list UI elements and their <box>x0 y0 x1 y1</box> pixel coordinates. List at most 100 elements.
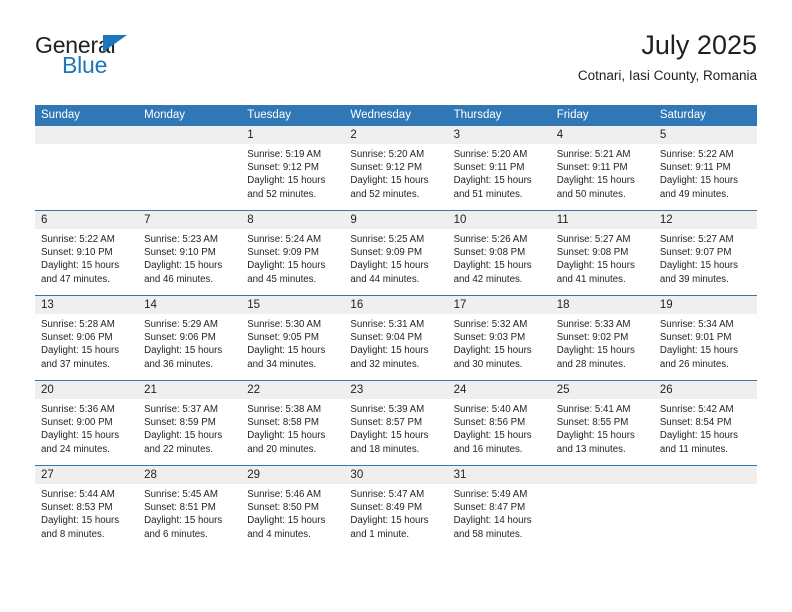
daylight-duration-line2: and 13 minutes. <box>556 443 626 455</box>
daylight-duration-line1: Daylight: 15 hours <box>144 260 223 272</box>
sunrise-time: Sunrise: 5:39 AM <box>350 404 425 415</box>
sunset-time: Sunset: 9:07 PM <box>659 247 732 259</box>
weekday-header-friday: Friday <box>550 105 654 126</box>
calendar-day-cell[interactable]: 1 Sunrise: 5:19 AM Sunset: 9:12 PM Daylight… <box>241 126 345 211</box>
calendar-day-cell[interactable]: 20 Sunrise: 5:36 AM Sunset: 9:00 PM Dayligh… <box>35 380 139 466</box>
weekday-header-saturday: Saturday <box>653 105 757 126</box>
day-number: 16 <box>344 296 448 314</box>
sunrise-time: Sunrise: 5:47 AM <box>350 489 425 500</box>
sunset-time: Sunset: 9:12 PM <box>247 162 319 174</box>
calendar-day-cell[interactable]: 11 Sunrise: 5:27 AM Sunset: 9:08 PM Dayligh… <box>550 210 654 296</box>
sunrise-time: Sunrise: 5:20 AM <box>350 149 425 160</box>
calendar-day-cell[interactable]: 4 Sunrise: 5:21 AM Sunset: 9:11 PM Daylight… <box>550 126 654 211</box>
calendar-day-cell[interactable]: 8 Sunrise: 5:24 AM Sunset: 9:09 PM Daylight… <box>241 210 345 296</box>
daylight-duration-line2: and 24 minutes. <box>41 443 110 455</box>
calendar-day-cell[interactable]: 10 Sunrise: 5:26 AM Sunset: 9:08 PM Dayligh… <box>447 210 551 296</box>
day-number: 28 <box>138 466 242 484</box>
weekday-header-tuesday: Tuesday <box>241 105 345 126</box>
calendar-day-cell[interactable]: 27 Sunrise: 5:44 AM Sunset: 8:53 PM Dayligh… <box>35 465 139 550</box>
sunset-time: Sunset: 8:58 PM <box>247 417 319 429</box>
daylight-duration-line1: Daylight: 15 hours <box>350 175 429 187</box>
calendar-day-cell[interactable]: 28 Sunrise: 5:45 AM Sunset: 8:51 PM Dayligh… <box>138 465 242 550</box>
calendar-day-cell[interactable]: 29 Sunrise: 5:46 AM Sunset: 8:50 PM Dayligh… <box>241 465 345 550</box>
daylight-duration-line1: Daylight: 15 hours <box>350 260 429 272</box>
daylight-duration-line2: and 58 minutes. <box>453 528 523 540</box>
page-title: July 2025 <box>641 30 757 60</box>
logo-text-blue: Blue <box>62 52 108 78</box>
calendar-day-cell[interactable]: 16 Sunrise: 5:31 AM Sunset: 9:04 PM Dayligh… <box>344 295 448 381</box>
day-number: 31 <box>447 466 551 484</box>
calendar-day-cell[interactable]: 24 Sunrise: 5:40 AM Sunset: 8:56 PM Dayligh… <box>447 380 551 466</box>
daylight-duration-line1: Daylight: 15 hours <box>556 260 635 272</box>
daylight-duration-line2: and 37 minutes. <box>41 358 110 370</box>
day-number: 29 <box>241 466 345 484</box>
calendar-day-cell[interactable]: 9 Sunrise: 5:25 AM Sunset: 9:09 PM Daylight… <box>344 210 448 296</box>
calendar-day-cell[interactable]: 22 Sunrise: 5:38 AM Sunset: 8:58 PM Dayligh… <box>241 380 345 466</box>
sunset-time: Sunset: 8:56 PM <box>453 417 526 429</box>
calendar-day-cell[interactable]: 18 Sunrise: 5:33 AM Sunset: 9:02 PM Dayligh… <box>550 295 654 381</box>
sunrise-time: Sunrise: 5:20 AM <box>453 149 528 160</box>
calendar-day-cell[interactable]: 12 Sunrise: 5:27 AM Sunset: 9:07 PM Dayligh… <box>653 210 757 296</box>
calendar-day-cell[interactable]: 6 Sunrise: 5:22 AM Sunset: 9:10 PM Daylight… <box>35 210 139 296</box>
sunrise-time: Sunrise: 5:49 AM <box>453 489 528 500</box>
sunrise-time: Sunrise: 5:26 AM <box>453 234 528 245</box>
calendar-day-cell[interactable]: 17 Sunrise: 5:32 AM Sunset: 9:03 PM Dayligh… <box>447 295 551 381</box>
calendar-day-cell[interactable]: 26 Sunrise: 5:42 AM Sunset: 8:54 PM Dayligh… <box>653 380 757 466</box>
daylight-duration-line1: Daylight: 15 hours <box>453 175 532 187</box>
daylight-duration-line2: and 52 minutes. <box>247 188 317 200</box>
calendar-day-cell[interactable]: 30 Sunrise: 5:47 AM Sunset: 8:49 PM Dayligh… <box>344 465 448 550</box>
day-details: Sunrise: 5:40 AM Sunset: 8:56 PM Daylight:… <box>448 399 551 456</box>
calendar-day-cell[interactable]: 3 Sunrise: 5:20 AM Sunset: 9:11 PM Daylight… <box>447 126 551 211</box>
calendar-day-cell[interactable]: 23 Sunrise: 5:39 AM Sunset: 8:57 PM Dayligh… <box>344 380 448 466</box>
calendar-day-cell[interactable]: 15 Sunrise: 5:30 AM Sunset: 9:05 PM Dayligh… <box>241 295 345 381</box>
daylight-duration-line1: Daylight: 15 hours <box>659 260 738 272</box>
day-number: 9 <box>344 211 448 229</box>
daylight-duration-line2: and 39 minutes. <box>659 273 729 285</box>
day-details: Sunrise: 5:27 AM Sunset: 9:07 PM Daylight:… <box>654 229 757 286</box>
daylight-duration-line2: and 41 minutes. <box>556 273 626 285</box>
calendar-day-cell[interactable]: 19 Sunrise: 5:34 AM Sunset: 9:01 PM Dayligh… <box>653 295 757 381</box>
sunrise-time: Sunrise: 5:21 AM <box>556 149 631 160</box>
daylight-duration-line1: Daylight: 15 hours <box>144 345 223 357</box>
weekday-header-wednesday: Wednesday <box>344 105 448 126</box>
calendar-day-cell[interactable]: 31 Sunrise: 5:49 AM Sunset: 8:47 PM Dayligh… <box>447 465 551 550</box>
sunset-time: Sunset: 8:51 PM <box>144 502 216 514</box>
calendar-day-cell[interactable]: 13 Sunrise: 5:28 AM Sunset: 9:06 PM Dayligh… <box>35 295 139 381</box>
day-details: Sunrise: 5:39 AM Sunset: 8:57 PM Daylight:… <box>344 399 447 456</box>
sunset-time: Sunset: 8:55 PM <box>556 417 629 429</box>
daylight-duration-line2: and 1 minute. <box>350 528 410 540</box>
daylight-duration-line2: and 47 minutes. <box>41 273 110 285</box>
sunset-time: Sunset: 8:57 PM <box>350 417 423 429</box>
weekday-header-monday: Monday <box>138 105 242 126</box>
sunset-time: Sunset: 9:04 PM <box>350 332 423 344</box>
sunset-time: Sunset: 9:08 PM <box>556 247 629 259</box>
daylight-duration-line1: Daylight: 14 hours <box>453 515 532 527</box>
calendar-day-cell[interactable]: 5 Sunrise: 5:22 AM Sunset: 9:11 PM Daylight… <box>653 126 757 211</box>
weekday-header-sunday: Sunday <box>35 105 139 126</box>
calendar-day-cell[interactable]: 2 Sunrise: 5:20 AM Sunset: 9:12 PM Daylight… <box>344 126 448 211</box>
calendar-week-row: 1 Sunrise: 5:19 AM Sunset: 9:12 PM Daylight… <box>35 126 757 211</box>
daylight-duration-line2: and 32 minutes. <box>350 358 420 370</box>
day-details: Sunrise: 5:31 AM Sunset: 9:04 PM Daylight:… <box>344 314 447 371</box>
day-details: Sunrise: 5:22 AM Sunset: 9:11 PM Daylight:… <box>654 144 757 201</box>
calendar-page: General Blue July 2025 Cotnari, Iasi Cou… <box>0 0 792 612</box>
sunset-time: Sunset: 8:54 PM <box>659 417 732 429</box>
calendar-day-cell[interactable]: 21 Sunrise: 5:37 AM Sunset: 8:59 PM Dayligh… <box>138 380 242 466</box>
sunset-time: Sunset: 9:01 PM <box>659 332 732 344</box>
sunset-time: Sunset: 9:08 PM <box>453 247 526 259</box>
day-details: Sunrise: 5:37 AM Sunset: 8:59 PM Daylight:… <box>138 399 241 456</box>
daylight-duration-line2: and 50 minutes. <box>556 188 626 200</box>
day-number: 21 <box>138 381 242 399</box>
daylight-duration-line1: Daylight: 15 hours <box>41 345 120 357</box>
day-details: Sunrise: 5:30 AM Sunset: 9:05 PM Daylight:… <box>241 314 344 371</box>
day-number: 2 <box>344 126 448 144</box>
calendar-day-cell[interactable]: 25 Sunrise: 5:41 AM Sunset: 8:55 PM Dayligh… <box>550 380 654 466</box>
sunrise-time: Sunrise: 5:44 AM <box>41 489 115 500</box>
day-details: Sunrise: 5:33 AM Sunset: 9:02 PM Daylight:… <box>551 314 654 371</box>
day-number <box>35 126 139 144</box>
sunrise-time: Sunrise: 5:45 AM <box>144 489 218 500</box>
sunset-time: Sunset: 9:00 PM <box>41 417 113 429</box>
calendar-day-cell[interactable]: 14 Sunrise: 5:29 AM Sunset: 9:06 PM Dayligh… <box>138 295 242 381</box>
calendar-day-cell[interactable]: 7 Sunrise: 5:23 AM Sunset: 9:10 PM Daylight… <box>138 210 242 296</box>
page-subtitle: Cotnari, Iasi County, Romania <box>577 68 757 83</box>
